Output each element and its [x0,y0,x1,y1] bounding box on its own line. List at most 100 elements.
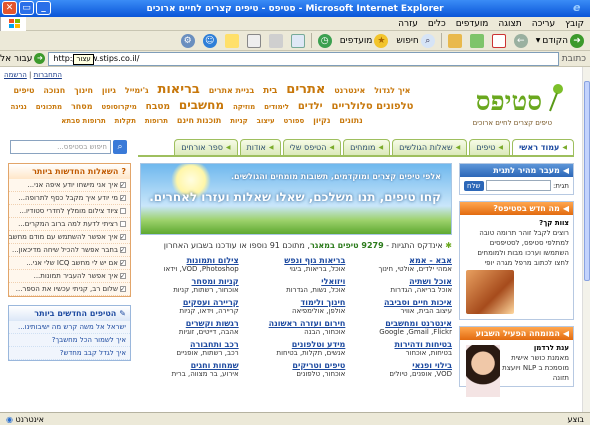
favorites-button[interactable]: ★ מועדפים [338,32,391,49]
tag[interactable]: אינטרנט [334,84,365,98]
tag[interactable]: חנוכה [43,84,65,98]
tag[interactable]: ילדים [298,100,323,114]
tab-about[interactable]: ◀ אודות [239,139,281,155]
question-item[interactable]: ✓ אם יש לי מחשב ICQ שלי אני... [9,257,130,270]
tag-send-button[interactable]: שלח [464,180,484,191]
maximize-window-button[interactable]: ▭ [19,1,34,15]
question-item[interactable]: ✓ איך אפשר להעביר תמונות... [9,270,130,283]
tag[interactable]: תוכנות חינם [177,114,221,128]
scroll-thumb[interactable] [584,81,590,281]
tag[interactable]: מוזיקה [233,100,255,114]
menu-file[interactable]: קובץ [565,19,584,29]
edit-button[interactable] [245,32,263,49]
category-link[interactable]: מידע וטלפונים [247,340,346,349]
tag[interactable]: מיקרוסופט [101,100,136,114]
tag[interactable]: קניות [230,114,248,128]
back-button[interactable]: ➜ הקודם ▼ [534,32,586,49]
tag[interactable]: בריאות [157,83,199,97]
category-link[interactable]: אינטרנט ומחשבים [353,319,452,328]
search-button[interactable]: ⌕ חיפוש [394,32,436,49]
tip-item[interactable]: איך לשמור הכל מחשבך? [9,334,130,347]
tag[interactable]: ג'ימייל [125,84,149,98]
tag[interactable]: מחשבים [179,98,224,112]
vertical-scrollbar[interactable] [582,67,590,412]
expert-name[interactable]: ענת לרדמן [534,344,569,352]
tag[interactable]: מתכונים [36,100,62,114]
menu-favorites[interactable]: מועדפים [456,19,489,29]
question-item[interactable]: ✓ איך אפשר להשתמש עם מודם מחשב... [9,231,130,244]
print-button[interactable] [267,32,285,49]
go-button[interactable]: עבור אל ➜ [0,53,46,64]
tag[interactable]: לימודים [264,100,289,114]
tag[interactable]: נתונים [339,114,362,128]
tag[interactable]: אתרים [286,83,325,97]
tools-button[interactable]: ⚙ [179,32,197,49]
tag[interactable]: תקלות [115,114,136,128]
mail-button[interactable] [289,32,307,49]
menu-tools[interactable]: כלים [428,19,446,29]
category-link[interactable]: איכות חיים וסביבה [353,298,452,307]
category-link[interactable]: חינוך ולימוד [247,298,346,307]
category-link[interactable]: קריירה ועסקים [140,298,239,307]
tab-experts[interactable]: ◀ מומחים [343,139,391,155]
stop-button[interactable] [490,32,508,49]
menu-view[interactable]: תצוגה [498,19,521,29]
tip-item[interactable]: ישראל אל משה קרש מה ישיבותינו... [9,321,130,334]
site-logo[interactable]: סטיפס טיפים קצרים לחיים ארוכים [430,81,570,131]
tag[interactable]: תרופות סבתא [61,114,106,128]
category-link[interactable]: ויזואלי [247,277,345,286]
question-item[interactable]: ציוד צילום מומלץ לחדרי סטודיו... [9,205,130,218]
menu-help[interactable]: עזרה [398,19,418,29]
tag[interactable]: ספורט [284,114,305,128]
menu-edit[interactable]: עריכה [532,19,555,29]
login-link[interactable]: הרשמה [4,71,27,79]
tag[interactable]: חינוך [74,84,93,98]
tag[interactable]: מסחר [71,100,93,114]
category-link[interactable]: קניות ומסחר [140,277,239,286]
tag[interactable]: גיוון [102,84,116,98]
category-link[interactable]: אבא - אמא [353,256,452,265]
register-link[interactable]: התחברות [34,71,62,79]
refresh-button[interactable] [468,32,486,49]
category-link[interactable]: בילוי ופנאי [353,361,452,370]
tab-tips[interactable]: ◀ טיפים [469,139,510,155]
category-link[interactable]: אוכל ושתיה [353,277,452,286]
question-item[interactable]: ✓ איך אני מישחו יודע איפה אני... [9,179,130,192]
tag[interactable]: טלפונים סלולריים [331,100,413,114]
question-item[interactable]: ✓ בחבר אפשר להכיל שיחה מדיכאון... [9,244,130,257]
category-link[interactable]: רכב ותחבורה [140,340,239,349]
tip-item[interactable]: איך לגדל קבב מחדש? [9,347,130,360]
category-link[interactable]: שמחות וחגים [140,361,239,370]
close-window-button[interactable]: ✕ [2,1,17,15]
tab-home[interactable]: ◀ עמוד ראשי [511,139,574,155]
tab-my-stips[interactable]: ◀ הטיפס שלי [282,139,342,155]
site-search-input[interactable]: חיפוש בסטיפס... [10,139,111,154]
tag[interactable]: טיפים [13,84,34,98]
category-link[interactable]: בריאות גוף ונפש [247,256,345,265]
minimize-window-button[interactable]: _ [36,1,51,15]
category-link[interactable]: בטיחות ודהירות [353,340,453,349]
address-input[interactable]: http://www.stips.co.il/ עצור [48,51,559,66]
tag[interactable]: בית [263,84,277,98]
category-link[interactable]: טיפים וטריקים [247,361,345,370]
tag[interactable]: עיצוב [257,114,275,128]
question-item[interactable]: רציתי לדעת למה ברוב המקרים... [9,218,130,231]
history-button[interactable]: ◷ [316,32,334,49]
question-item[interactable]: ✓ שלום רב, קניתי עכשיו את הספר... [9,283,130,296]
tag[interactable]: איך לגדול [374,84,410,98]
home-button[interactable] [446,32,464,49]
question-item[interactable]: ✓ מי יודע איך מקבל כסף לתרופה... [9,192,130,205]
tab-guestbook[interactable]: ◀ ספר אורחים [174,139,238,155]
category-link[interactable]: רגשות וקשרים [140,319,239,328]
tag[interactable]: מטבח [146,100,170,114]
search-submit-button[interactable]: ⌕ [113,139,127,154]
category-link[interactable]: חירום ועזרה ראשונה [247,319,346,328]
notes-button[interactable] [223,32,241,49]
tag-input[interactable] [485,180,551,191]
tab-questions[interactable]: ◀ שאלות הגולשים [392,139,468,155]
messenger-button[interactable]: ☺ [201,32,219,49]
tag[interactable]: בניית אתרים [209,84,255,98]
forward-button[interactable]: ← [512,32,530,49]
tag[interactable]: נגינה [11,100,27,114]
category-link[interactable]: צילום ותמונות [140,256,239,265]
